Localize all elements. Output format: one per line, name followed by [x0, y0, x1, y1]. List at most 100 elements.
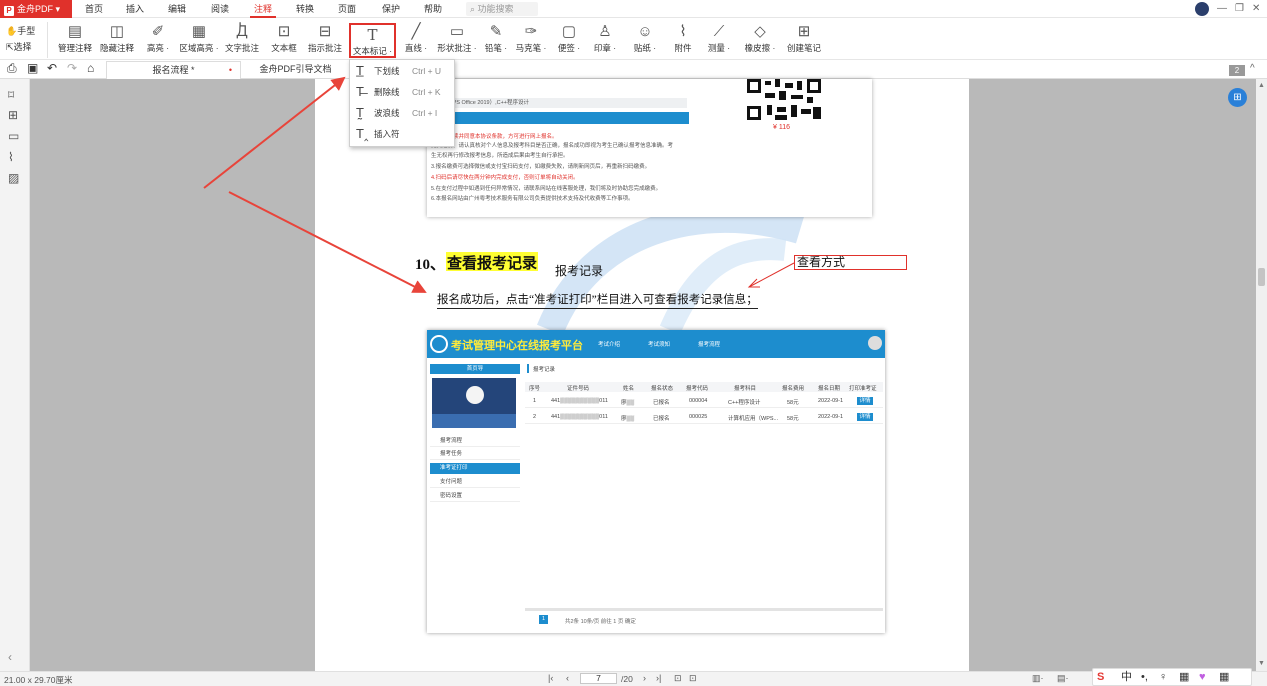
- minimize-icon[interactable]: —: [1217, 3, 1227, 14]
- keyboard-icon: ▦: [1179, 671, 1190, 683]
- paperclip-icon: ⌇: [679, 23, 687, 40]
- view-mode-icon[interactable]: ▥·: [1032, 673, 1044, 684]
- stamp-button[interactable]: ♙ 印章 ·: [592, 22, 618, 58]
- attachment-button[interactable]: ⌇ 附件: [670, 22, 696, 58]
- menu-item-wavy-line[interactable]: T̰ 波浪线 Ctrl + I: [350, 103, 454, 123]
- eraser-button[interactable]: ◇ 橡皮擦 ·: [742, 22, 778, 58]
- doc-tab-active[interactable]: 报名流程 * •: [106, 61, 241, 79]
- app-name: 金舟PDF: [17, 4, 54, 14]
- hide-annotations-button[interactable]: ◫ 隐藏注释: [100, 22, 134, 58]
- line-icon: ╱: [411, 23, 421, 40]
- sticker-button[interactable]: ☺ 贴纸 ·: [632, 22, 658, 58]
- fit-width-icon[interactable]: ⊡: [689, 673, 697, 684]
- fit-page-icon[interactable]: ⊡: [674, 673, 682, 684]
- area-highlight-button[interactable]: ▦ 区域高亮 ·: [177, 22, 221, 58]
- next-page-icon[interactable]: ›: [643, 673, 646, 683]
- menu-item-underline[interactable]: T̲ 下划线 Ctrl + U: [350, 61, 454, 81]
- site-banner-image: [432, 378, 516, 428]
- sticker-icon: ☺: [637, 23, 653, 40]
- hide-annotations-icon: ◫: [109, 23, 125, 40]
- text-comment-button[interactable]: Ꚁ 文字批注: [225, 22, 259, 58]
- tab-protect[interactable]: 保护: [378, 0, 404, 18]
- hand-tool[interactable]: ✋手型: [6, 24, 35, 37]
- callout-button[interactable]: ⊟ 指示批注: [308, 22, 342, 58]
- prev-page-icon[interactable]: ‹: [566, 673, 569, 683]
- textbox-icon: ⊡: [277, 23, 291, 40]
- vertical-scrollbar[interactable]: [1256, 79, 1267, 671]
- callout-icon: ⊟: [318, 23, 332, 40]
- create-note-button[interactable]: ⊞ 创建笔记: [786, 22, 822, 58]
- page-number-input[interactable]: 7: [580, 673, 617, 684]
- attachments-icon[interactable]: ⌇: [8, 150, 14, 164]
- tab-page[interactable]: 页面: [334, 0, 360, 18]
- undo-icon[interactable]: ↶: [47, 61, 57, 75]
- marker-button[interactable]: ✑ 马克笔 ·: [514, 22, 548, 58]
- section-number: 10、: [415, 257, 446, 273]
- tab-help[interactable]: 帮助: [420, 0, 446, 18]
- highlight-button[interactable]: ✐ 高亮 ·: [145, 22, 171, 58]
- cursor-icon: ⇱: [6, 42, 14, 52]
- tab-read[interactable]: 阅读: [207, 0, 233, 18]
- menu-item-caret[interactable]: T‸ 插入符: [350, 124, 454, 144]
- callout-box-annotation[interactable]: 查看方式: [794, 255, 907, 270]
- strikethrough-icon: T̶: [356, 84, 364, 99]
- insert-caret-icon: T‸: [356, 126, 369, 141]
- toolbox-icon: ▦: [1219, 671, 1230, 683]
- manage-annotations-icon: ▤: [67, 23, 83, 40]
- close-icon[interactable]: ✕: [1252, 3, 1260, 14]
- tab-edit[interactable]: 编辑: [164, 0, 190, 18]
- table-row: 2 441▒▒▒▒▒▒▒▒▒▒011 廖▒▒ 已报名 000025 计算机应用（…: [525, 412, 883, 424]
- select-tool[interactable]: ⇱选择: [6, 40, 32, 53]
- restore-icon[interactable]: ❐: [1235, 3, 1244, 14]
- page-size: 21.00 x 29.70厘米: [4, 675, 73, 685]
- tab-convert[interactable]: 转换: [292, 0, 318, 18]
- menu-item-strikethrough[interactable]: T̶ 删除线 Ctrl + K: [350, 82, 454, 102]
- redo-icon[interactable]: ↷: [67, 61, 77, 75]
- tab-home[interactable]: 首页: [80, 0, 108, 18]
- pencil-button[interactable]: ✎ 铅笔 ·: [482, 22, 510, 58]
- feature-search[interactable]: ⌕ 功能搜索: [466, 2, 538, 16]
- price: ¥ 116: [773, 124, 790, 131]
- line-button[interactable]: ╱ 直线 ·: [403, 22, 429, 58]
- table-row: 1 441▒▒▒▒▒▒▒▒▒▒011 廖▒▒ 已报名 000004 C++程序设…: [525, 396, 883, 408]
- last-page-icon[interactable]: ›|: [656, 673, 661, 683]
- shape-comment-button[interactable]: ▭ 形状批注 ·: [435, 22, 479, 58]
- app-brand[interactable]: P 金舟PDF ▾: [0, 0, 72, 18]
- measure-button[interactable]: ⟋ 测量 ·: [706, 22, 732, 58]
- unsaved-indicator: •: [228, 65, 232, 75]
- user-avatar[interactable]: [1195, 2, 1209, 16]
- table-scrollbar: [525, 608, 883, 611]
- image-icon[interactable]: ▨: [8, 171, 19, 185]
- collapse-icon[interactable]: ^: [1250, 63, 1255, 74]
- scroll-up-icon[interactable]: ▲: [1258, 82, 1265, 89]
- site-logo-icon: [430, 335, 448, 353]
- collapse-sidebar-icon[interactable]: ‹: [8, 650, 12, 664]
- status-bar: [0, 671, 1267, 686]
- underlined-paragraph: 报名成功后，点击“准考证打印”栏目进入可查看报考记录信息；: [437, 291, 758, 309]
- microphone-icon: ♀: [1159, 671, 1168, 683]
- tab-annotate[interactable]: 注释: [250, 0, 276, 18]
- ime-toolbar[interactable]: S 中 •, ♀ ▦ ♥ ▦: [1092, 668, 1252, 686]
- textbox-button[interactable]: ⊡ 文本框: [270, 22, 298, 58]
- menu-bar: [0, 0, 1267, 18]
- pencil-icon: ✎: [489, 23, 503, 40]
- site-title: 考试管理中心在线报考平台: [451, 340, 583, 352]
- manage-annotations-button[interactable]: ▤ 管理注释: [58, 22, 92, 58]
- doc-tab-guide[interactable]: 金舟PDF引导文档: [243, 61, 348, 79]
- save-icon[interactable]: ▣: [27, 61, 38, 75]
- bookmark-icon[interactable]: ⌑: [8, 88, 14, 102]
- thumbnails-icon[interactable]: ⊞: [8, 108, 18, 122]
- stamp-icon: ♙: [598, 23, 612, 40]
- floating-tool-icon[interactable]: ⊞: [1228, 88, 1247, 107]
- sticky-note-button[interactable]: ▢ 便签 ·: [556, 22, 582, 58]
- text-mark-button[interactable]: T 文本标记 ·: [349, 23, 396, 58]
- tab-insert[interactable]: 插入: [122, 0, 148, 18]
- layout-mode-icon[interactable]: ▤·: [1057, 673, 1069, 684]
- free-text-annotation[interactable]: 报考记录: [555, 262, 603, 279]
- scroll-down-icon[interactable]: ▼: [1258, 660, 1265, 667]
- print-icon[interactable]: ⎙: [7, 61, 17, 76]
- comments-icon[interactable]: ▭: [8, 129, 19, 143]
- home-icon[interactable]: ⌂: [87, 61, 94, 75]
- scrollbar-thumb[interactable]: [1258, 268, 1265, 286]
- first-page-icon[interactable]: |‹: [548, 673, 553, 683]
